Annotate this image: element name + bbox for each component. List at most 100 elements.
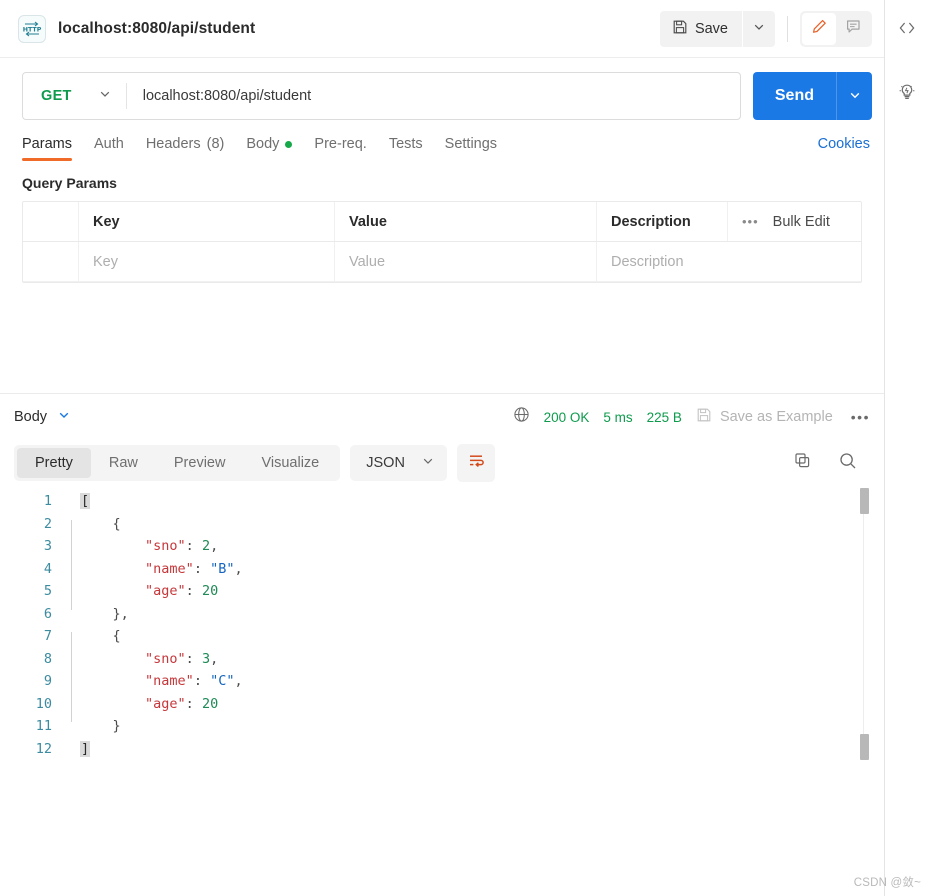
tab-visualize[interactable]: Visualize <box>243 448 337 478</box>
tab-headers[interactable]: Headers (8) <box>146 136 225 161</box>
bulk-edit-button[interactable]: Bulk Edit <box>773 214 830 230</box>
line-number: 11 <box>35 718 52 734</box>
json-token: "name" <box>145 673 194 689</box>
json-token: "age" <box>145 695 186 712</box>
response-more-icon[interactable]: ••• <box>847 409 870 425</box>
save-options-button[interactable] <box>743 10 775 47</box>
code-scrollbar-thumb-top[interactable] <box>860 488 869 514</box>
json-code: 1 2 3 4 5 6 7 8 9 10 11 12 [ { "sno": 2, "name": "B… <box>0 482 884 760</box>
json-token: 20 <box>201 695 219 712</box>
code-scrollbar-thumb-bottom[interactable] <box>860 734 869 760</box>
send-group: Send <box>752 72 872 120</box>
tab-tests[interactable]: Tests <box>389 136 423 161</box>
json-line: [ <box>80 490 884 513</box>
lightbulb-icon[interactable] <box>893 78 921 106</box>
response-size: 225 B <box>646 409 682 425</box>
page-title: localhost:8080/api/student <box>58 19 256 37</box>
tab-params[interactable]: Params <box>22 136 72 161</box>
line-number: 5 <box>43 583 52 599</box>
response-view-toolbar: Pretty Raw Preview Visualize JSON <box>0 440 884 482</box>
line-number: 4 <box>43 560 52 577</box>
json-token: 3 <box>201 650 211 667</box>
floppy-disk-icon <box>672 19 688 39</box>
json-token: : <box>185 538 202 554</box>
pencil-icon <box>811 18 828 40</box>
http-protocol-icon: HTTP <box>18 14 46 43</box>
response-format-selector[interactable]: JSON <box>350 445 447 481</box>
json-line: "name": "C", <box>80 670 884 693</box>
header-icon-group <box>800 10 872 47</box>
json-token: , <box>210 538 219 554</box>
status-code: 200 OK <box>543 409 590 425</box>
word-wrap-button[interactable] <box>456 444 495 482</box>
tab-auth-label: Auth <box>93 136 124 152</box>
json-token: "sno" <box>145 538 186 554</box>
json-token: } <box>112 718 121 734</box>
code-scroll-track <box>863 490 864 760</box>
tab-headers-label: Headers <box>145 136 201 152</box>
save-as-example-button[interactable]: Save as Example <box>696 407 833 427</box>
tab-headers-count: (8) <box>206 136 225 152</box>
send-button[interactable]: Send <box>752 72 836 120</box>
description-input[interactable]: Description <box>597 242 861 281</box>
method-selector[interactable]: GET <box>23 87 126 106</box>
request-url-row: GET localhost:8080/api/student Send <box>0 58 884 130</box>
tab-settings[interactable]: Settings <box>445 136 497 161</box>
chevron-down-icon <box>848 88 862 105</box>
tab-auth[interactable]: Auth <box>94 136 124 161</box>
line-number: 3 <box>43 538 52 554</box>
comment-icon <box>845 18 862 40</box>
line-number: 10 <box>35 695 52 712</box>
url-input[interactable]: localhost:8080/api/student <box>127 88 312 104</box>
line-number: 2 <box>43 515 52 532</box>
json-token: , <box>234 673 243 689</box>
tab-prereq[interactable]: Pre-req. <box>314 136 366 161</box>
json-line: "age": 20 <box>80 693 884 716</box>
header-actions: Save <box>659 10 872 47</box>
request-tabs: Params Auth Headers (8) Body Pre-req. Te… <box>0 130 884 161</box>
tab-raw[interactable]: Raw <box>91 448 156 478</box>
value-input[interactable]: Value <box>335 242 597 281</box>
json-token: : <box>185 695 202 712</box>
edit-request-button[interactable] <box>802 12 836 45</box>
comments-button[interactable] <box>836 13 870 45</box>
fold-column <box>62 490 80 760</box>
send-options-button[interactable] <box>836 72 872 120</box>
table-row[interactable]: Key Value Description <box>23 242 861 282</box>
line-number: 9 <box>43 673 52 689</box>
code-icon[interactable] <box>893 14 921 42</box>
response-body-selector[interactable]: Body <box>14 408 71 426</box>
cookies-link[interactable]: Cookies <box>818 136 870 161</box>
json-token: "C" <box>210 673 235 689</box>
line-number: 7 <box>43 628 52 644</box>
svg-text:HTTP: HTTP <box>23 26 42 33</box>
json-line: }, <box>80 603 884 626</box>
line-numbers: 1 2 3 4 5 6 7 8 9 10 11 12 <box>0 490 62 760</box>
tab-pretty[interactable]: Pretty <box>17 448 91 478</box>
json-token: 20 <box>201 583 219 599</box>
response-toolbar-right <box>793 451 870 476</box>
row-checkbox-cell[interactable] <box>23 242 79 281</box>
column-header-value: Value <box>335 202 597 241</box>
response-section: Body 200 OK 5 ms 225 B Save as Example •… <box>0 393 884 760</box>
json-line: "name": "B", <box>80 558 884 581</box>
json-line: "sno": 3, <box>80 648 884 671</box>
json-line: { <box>80 625 884 648</box>
json-token: , <box>234 560 243 577</box>
postman-window: HTTP localhost:8080/api/student Save GET… <box>0 0 929 896</box>
response-header: Body 200 OK 5 ms 225 B Save as Example •… <box>0 394 884 440</box>
json-token: { <box>112 515 121 532</box>
json-token: : <box>193 560 211 577</box>
key-input[interactable]: Key <box>79 242 335 281</box>
header-divider <box>787 15 788 42</box>
json-token: }, <box>112 605 129 622</box>
save-button[interactable]: Save <box>659 10 742 47</box>
search-icon[interactable] <box>838 451 858 476</box>
ellipsis-icon[interactable]: ••• <box>742 214 759 229</box>
request-header: HTTP localhost:8080/api/student Save <box>0 0 884 58</box>
line-number: 8 <box>43 650 52 667</box>
response-body-viewer[interactable]: 1 2 3 4 5 6 7 8 9 10 11 12 [ { "sno": 2, "name": "B… <box>0 482 884 760</box>
copy-icon[interactable] <box>793 451 812 475</box>
tab-body[interactable]: Body <box>246 136 293 161</box>
tab-preview[interactable]: Preview <box>156 448 244 478</box>
